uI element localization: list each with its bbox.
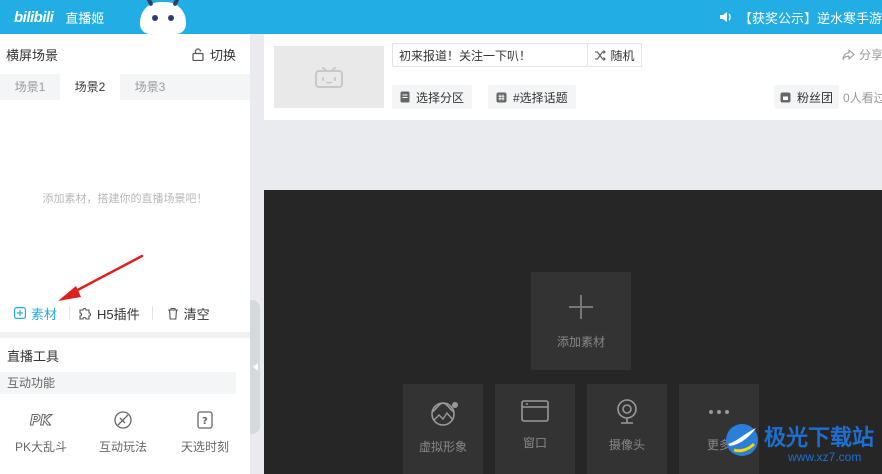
scene-panel-header: 横屏场景 切换	[0, 34, 250, 74]
watermark: 极光下载站 www.xz7.com	[722, 418, 882, 474]
tab-scene-3[interactable]: 场景3	[120, 74, 180, 100]
tool-pk[interactable]: PK PK大乱斗	[0, 410, 82, 455]
fan-club-button[interactable]: 粉丝团	[774, 85, 840, 109]
svg-text:?: ?	[202, 416, 208, 427]
camera-icon	[617, 399, 637, 424]
virtual-avatar-icon	[431, 402, 458, 426]
share-label: 分享	[859, 48, 882, 62]
tab-scene-2[interactable]: 场景2	[60, 74, 120, 100]
viewer-count: 0人看过	[843, 91, 882, 105]
source-virtual-avatar[interactable]: 虚拟形象	[403, 384, 483, 474]
action-divider	[151, 306, 153, 320]
app-title: 直播姬	[65, 10, 105, 26]
share-icon	[842, 48, 855, 60]
svg-text:PK: PK	[30, 413, 52, 429]
room-info-card: 随机 分享 选择分区 #选择话题 粉丝团 0人看过	[264, 34, 882, 120]
hashtag-icon	[496, 92, 507, 102]
top-bar: bilibili 直播姬 【获奖公示】逆水寒手游	[0, 0, 882, 34]
lock-icon	[192, 47, 204, 61]
category-icon	[400, 91, 410, 103]
mascot-icon	[140, 2, 186, 34]
source-label: 虚拟形象	[418, 440, 467, 454]
fans-label: 粉丝团	[797, 90, 834, 105]
plus-icon	[569, 294, 593, 319]
action-divider	[69, 306, 71, 320]
tools-title: 直播工具	[7, 349, 60, 364]
window-icon	[521, 400, 549, 422]
share-button[interactable]: 分享	[842, 46, 882, 63]
shuffle-icon	[595, 49, 607, 61]
tv-icon	[315, 67, 343, 88]
tab-scene-1[interactable]: 场景1	[0, 74, 60, 100]
clear-button[interactable]: 清空	[167, 304, 210, 323]
tool-interactive-play[interactable]: 互动玩法	[82, 410, 164, 455]
scene-panel-title: 横屏场景	[6, 47, 59, 63]
bilibili-logo: bilibili	[14, 8, 54, 26]
source-label: 窗口	[522, 436, 547, 450]
fan-club-icon	[780, 92, 791, 102]
switch-orientation-button[interactable]: 切换	[192, 45, 236, 64]
tool-label: 天选时刻	[180, 440, 229, 454]
source-label: 摄像头	[608, 438, 645, 452]
section-divider	[0, 332, 250, 338]
material-label: 素材	[31, 306, 58, 322]
source-camera[interactable]: 摄像头	[587, 384, 667, 474]
scene-tabs: 场景1 场景2 场景3	[0, 74, 250, 100]
h5-label: H5插件	[97, 306, 140, 322]
sidebar-collapse-handle[interactable]	[250, 300, 260, 434]
watermark-url: www.xz7.com	[788, 450, 862, 464]
area-label: 选择分区	[416, 90, 465, 105]
interactive-play-icon	[114, 411, 132, 429]
select-topic-button[interactable]: #选择话题	[488, 85, 576, 109]
watermark-logo-icon	[726, 424, 758, 456]
switch-label: 切换	[209, 47, 236, 63]
add-material-label: 添加素材	[556, 334, 605, 349]
pk-icon: PK	[30, 413, 53, 430]
room-title-input[interactable]	[392, 43, 588, 67]
interactive-section-label: 互动功能	[0, 372, 236, 394]
notice-banner[interactable]: 【获奖公示】逆水寒手游	[719, 0, 882, 34]
plus-square-icon	[14, 307, 26, 319]
add-material-button[interactable]: 素材	[14, 304, 57, 323]
notice-text: 【获奖公示】逆水寒手游	[738, 10, 882, 26]
lucky-draw-icon: ?	[197, 411, 213, 429]
empty-scene-hint: 添加素材，搭建你的直播场景吧！	[42, 193, 208, 205]
tool-lucky-draw[interactable]: ? 天选时刻	[164, 410, 246, 455]
tool-row: PK PK大乱斗 互动玩法 ? 天选时刻	[0, 410, 250, 455]
cover-placeholder[interactable]	[274, 46, 384, 108]
trash-icon	[167, 307, 178, 320]
clear-label: 清空	[183, 306, 210, 322]
tool-label: 互动玩法	[98, 440, 147, 454]
puzzle-icon	[79, 308, 91, 320]
topic-label: #选择话题	[513, 90, 568, 105]
annotation-arrow-icon	[58, 254, 144, 301]
tool-label: PK大乱斗	[14, 440, 67, 454]
select-area-button[interactable]: 选择分区	[392, 85, 473, 109]
collapse-arrow-icon	[252, 363, 258, 371]
random-title-button[interactable]: 随机	[588, 43, 642, 67]
speaker-icon	[719, 12, 731, 22]
h5-plugin-button[interactable]: H5插件	[78, 304, 140, 323]
add-material-tile[interactable]: 添加素材	[531, 272, 631, 370]
source-window[interactable]: 窗口	[495, 384, 575, 474]
random-label: 随机	[610, 48, 635, 63]
watermark-name: 极光下载站	[764, 425, 875, 450]
